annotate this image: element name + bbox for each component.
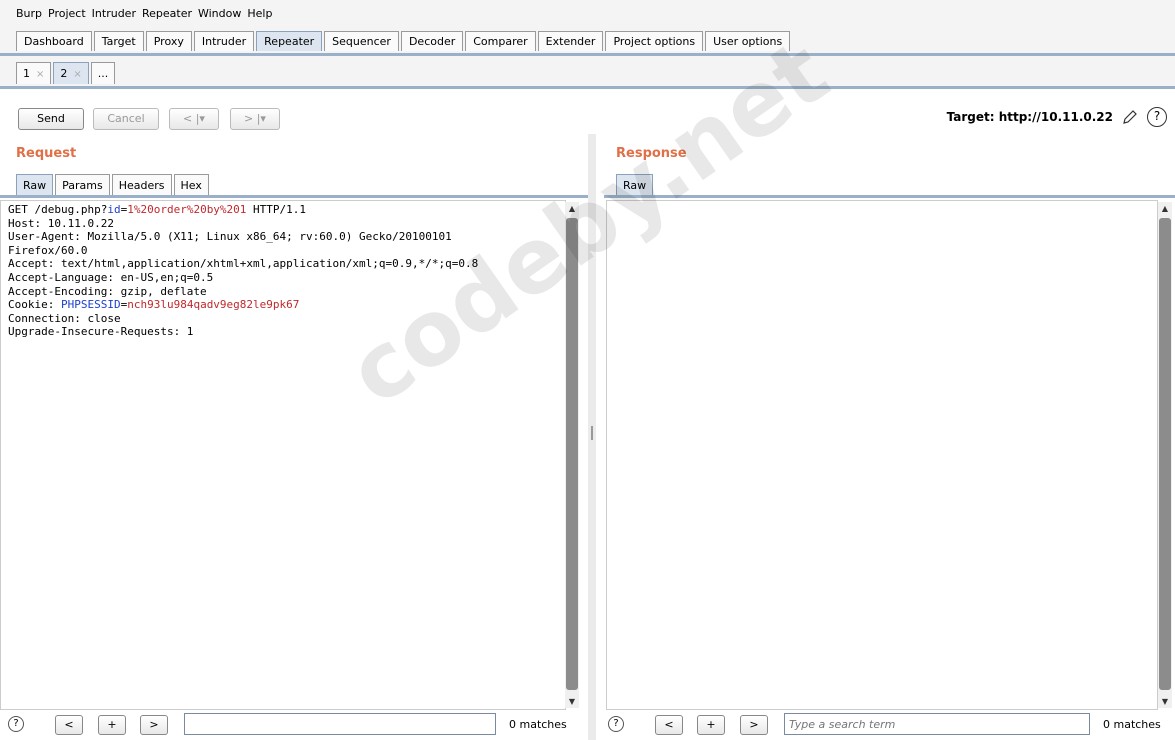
- response-tab-underline: [604, 195, 1175, 198]
- tab-raw[interactable]: Raw: [616, 174, 654, 196]
- repeater-tab-1[interactable]: 1 ×: [16, 62, 52, 84]
- prev-match-button[interactable]: <: [55, 715, 83, 735]
- header-line: Upgrade-Insecure-Requests: 1: [8, 325, 194, 339]
- splitter-grip[interactable]: [591, 426, 593, 440]
- header-line: Accept-Language: en-US,en;q=0.5: [8, 270, 214, 284]
- close-icon[interactable]: ×: [73, 69, 81, 80]
- match-count: 0 matches: [509, 718, 567, 731]
- header-line: Accept-Encoding: gzip, deflate: [8, 284, 207, 298]
- tab-intruder[interactable]: Intruder: [193, 31, 255, 51]
- forward-button[interactable]: > |▾: [230, 108, 280, 130]
- next-match-button[interactable]: >: [140, 715, 168, 735]
- repeater-tab-2[interactable]: 2 ×: [53, 62, 89, 84]
- response-search-input[interactable]: [784, 713, 1090, 735]
- request-title: Request: [16, 146, 77, 161]
- header-line: Accept: text/html,application/xhtml+xml,…: [8, 257, 479, 271]
- repeater-tab-label: 2: [60, 67, 68, 80]
- send-button[interactable]: Send: [18, 108, 84, 130]
- response-tabs: Raw: [616, 174, 655, 196]
- cookie-line: Cookie: PHPSESSID=nch93lu984qadv9eg82le9…: [8, 298, 300, 312]
- tab-headers[interactable]: Headers: [111, 174, 172, 196]
- back-button[interactable]: < |▾: [169, 108, 219, 130]
- next-match-button[interactable]: >: [740, 715, 768, 735]
- scroll-thumb[interactable]: [1159, 218, 1171, 690]
- header-line: Connection: close: [8, 311, 121, 325]
- add-search-button[interactable]: +: [697, 715, 725, 735]
- tab-decoder[interactable]: Decoder: [400, 31, 464, 51]
- tab-user-options[interactable]: User options: [705, 31, 791, 51]
- response-editor[interactable]: [606, 200, 1158, 710]
- request-scrollbar[interactable]: ▲ ▼: [565, 202, 579, 708]
- target-label: Target: http://10.11.0.22: [946, 110, 1113, 124]
- header-line: Firefox/60.0: [8, 243, 88, 257]
- new-tab-button[interactable]: ...: [90, 62, 116, 84]
- response-title: Response: [616, 146, 687, 161]
- tab-params[interactable]: Params: [55, 174, 110, 196]
- prev-match-button[interactable]: <: [655, 715, 683, 735]
- menu-bar: Burp Project Intruder Repeater Window He…: [0, 0, 1175, 26]
- menu-help[interactable]: Help: [247, 7, 272, 20]
- tab-repeater[interactable]: Repeater: [256, 31, 323, 51]
- scroll-up-icon[interactable]: ▲: [565, 202, 579, 215]
- request-line: GET /debug.php?id=1%20order%20by%201 HTT…: [8, 203, 307, 216]
- header-line: User-Agent: Mozilla/5.0 (X11; Linux x86_…: [8, 230, 452, 244]
- response-scrollbar[interactable]: ▲ ▼: [1158, 202, 1172, 708]
- pane-splitter[interactable]: [588, 134, 596, 740]
- request-editor[interactable]: GET /debug.php?id=1%20order%20by%201 HTT…: [0, 200, 566, 710]
- tab-project-options[interactable]: Project options: [605, 31, 704, 51]
- menu-intruder[interactable]: Intruder: [92, 7, 136, 20]
- repeater-toolbar: Send Cancel < |▾ > |▾ Target: http://10.…: [0, 92, 1175, 136]
- close-icon[interactable]: ×: [36, 69, 44, 80]
- tab-hex[interactable]: Hex: [173, 174, 209, 196]
- scroll-down-icon[interactable]: ▼: [565, 695, 579, 708]
- tab-comparer[interactable]: Comparer: [465, 31, 536, 51]
- tab-extender[interactable]: Extender: [537, 31, 604, 51]
- menu-window[interactable]: Window: [198, 7, 241, 20]
- header-line: Host: 10.11.0.22: [8, 216, 114, 230]
- pencil-icon[interactable]: [1121, 108, 1139, 126]
- response-search-bar: ? < + > 0 matches: [596, 710, 1175, 740]
- menu-repeater[interactable]: Repeater: [142, 7, 192, 20]
- help-icon[interactable]: ?: [608, 716, 624, 732]
- scroll-down-icon[interactable]: ▼: [1158, 695, 1172, 708]
- help-icon[interactable]: ?: [8, 716, 24, 732]
- tab-proxy[interactable]: Proxy: [145, 31, 192, 51]
- tab-target[interactable]: Target: [93, 31, 144, 51]
- menu-project[interactable]: Project: [48, 7, 86, 20]
- match-count: 0 matches: [1103, 718, 1161, 731]
- request-tabs: Raw Params Headers Hex: [16, 174, 211, 196]
- menu-burp[interactable]: Burp: [16, 7, 42, 20]
- repeater-tab-label: 1: [23, 67, 30, 80]
- add-search-button[interactable]: +: [98, 715, 126, 735]
- help-icon[interactable]: ?: [1147, 107, 1167, 127]
- request-search-input[interactable]: [184, 713, 496, 735]
- tab-dashboard[interactable]: Dashboard: [16, 31, 92, 51]
- tab-sequencer[interactable]: Sequencer: [324, 31, 399, 51]
- repeater-tab-bar: 1 × 2 × ...: [0, 56, 1175, 89]
- main-tab-bar: Dashboard Target Proxy Intruder Repeater…: [0, 26, 1175, 56]
- scroll-thumb[interactable]: [566, 218, 578, 690]
- scroll-up-icon[interactable]: ▲: [1158, 202, 1172, 215]
- cancel-button[interactable]: Cancel: [93, 108, 159, 130]
- request-tab-underline: [0, 195, 588, 198]
- request-search-bar: ? < + > 0 matches: [0, 710, 588, 740]
- tab-raw[interactable]: Raw: [16, 174, 54, 196]
